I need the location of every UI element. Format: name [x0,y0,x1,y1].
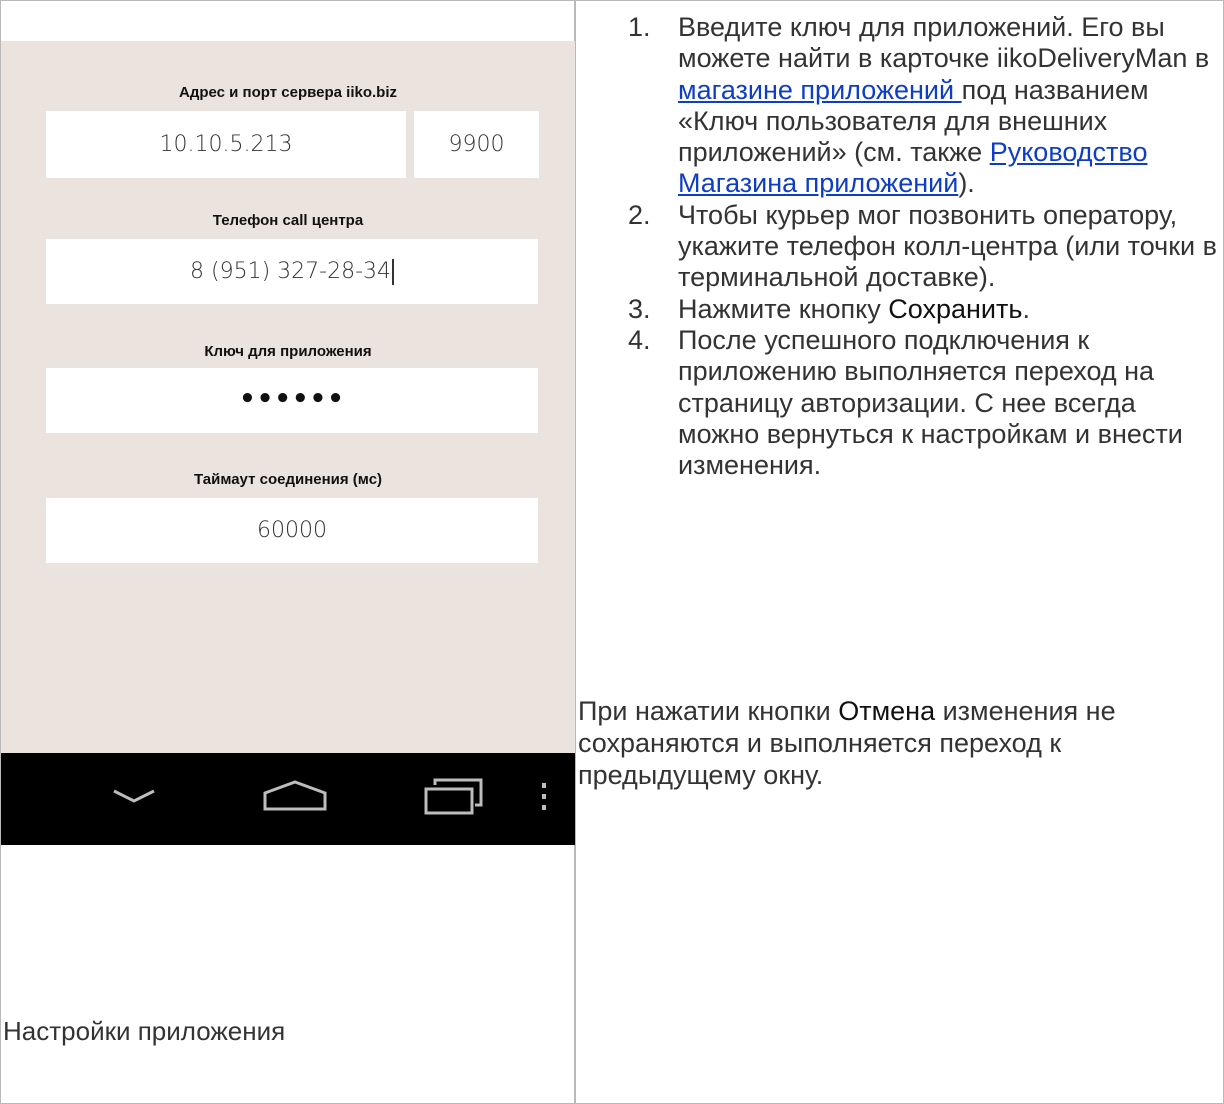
app-key-input[interactable]: •••••• [46,368,538,433]
call-center-phone-input[interactable]: 8 (951) 327-28-34 [46,239,538,304]
step-text: . [1022,293,1030,324]
step-item: 1. Введите ключ для приложений. Его вы м… [578,12,1223,200]
step-number: 1. [628,12,651,42]
step-number: 2. [628,199,651,230]
step-number: 3. [628,293,651,324]
save-button-reference: Сохранить [888,293,1023,324]
phone-label: Телефон call центра [212,212,364,229]
text-cursor [392,259,394,285]
step-item: 4. После успешного подключения к приложе… [578,325,1223,481]
phone-value: 8 (951) 327-28-34 [190,259,391,284]
timeout-label: Таймаут соединения (мс) [193,471,383,488]
step-text: Введите ключ для приложений. Его вы може… [678,12,1210,74]
step-number: 4. [628,324,651,355]
server-address-value: 10.10.5.213 [159,132,293,157]
step-text: Нажмите кнопку [678,293,889,324]
recent-apps-icon[interactable] [423,777,485,817]
app-store-link[interactable]: магазине приложений [678,75,962,105]
timeout-value: 60000 [257,518,327,543]
server-label: Адрес и порт сервера iiko.biz [179,84,397,101]
instructions-column: 1. Введите ключ для приложений. Его вы м… [578,1,1223,1103]
android-navigation-bar [1,753,575,845]
app-settings-screen: Адрес и порт сервера iiko.biz 10.10.5.21… [1,41,575,753]
step-text: ). [958,168,975,199]
screenshot-column: Адрес и порт сервера iiko.biz 10.10.5.21… [1,1,576,1103]
step-item: 3. Нажмите кнопку Сохранить. [578,294,1223,325]
step-text: Чтобы курьер мог позвонить оператору, ук… [678,199,1217,293]
note-text: При нажатии кнопки [578,696,839,726]
back-icon[interactable] [111,785,157,809]
cancel-note: При нажатии кнопки Отмена изменения не с… [578,695,1218,791]
server-port-input[interactable]: 9900 [414,111,539,178]
step-text: После успешного подключения к приложению… [678,324,1183,481]
server-port-value: 9900 [448,132,505,157]
menu-icon[interactable] [539,781,549,815]
key-label: Ключ для приложения [204,343,372,360]
server-address-input[interactable]: 10.10.5.213 [46,111,406,178]
figure-caption: Настройки приложения [3,1016,286,1046]
home-icon[interactable] [262,779,328,815]
connection-timeout-input[interactable]: 60000 [46,498,538,563]
steps-list: 1. Введите ключ для приложений. Его вы м… [578,12,1223,481]
cancel-button-reference: Отмена [838,696,936,726]
key-value: •••••• [239,384,345,414]
step-item: 2. Чтобы курьер мог позвонить оператору,… [578,200,1223,294]
